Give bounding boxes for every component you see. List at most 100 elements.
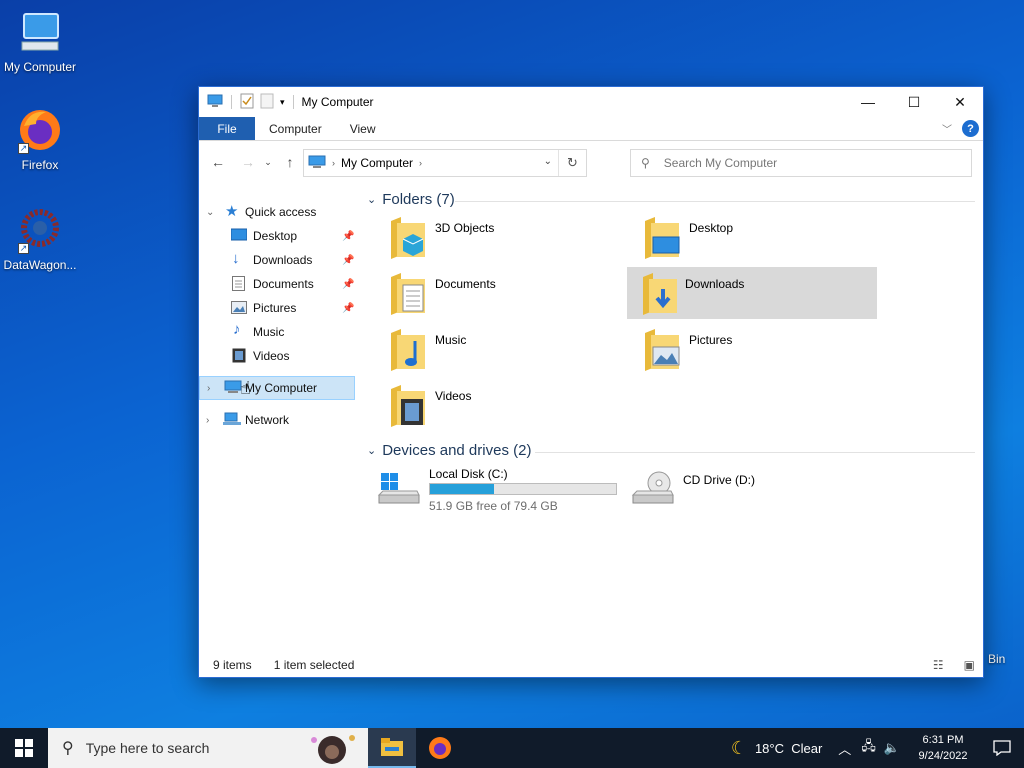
nav-item-my-computer[interactable]: › My Computer	[199, 376, 355, 400]
breadcrumb-chevron-icon[interactable]: ›	[332, 158, 335, 168]
help-icon[interactable]: ?	[962, 120, 979, 137]
address-bar[interactable]: › My Computer › ⌄ ↻	[303, 149, 587, 177]
desktop-icon-my-computer[interactable]: My Computer	[0, 8, 80, 74]
folder-videos[interactable]: Videos	[363, 381, 613, 433]
mouse-cursor-icon: ☝	[240, 378, 251, 398]
desktop-icon-label: My Computer	[3, 60, 77, 74]
tab-computer[interactable]: Computer	[255, 117, 336, 140]
videos-folder-icon	[387, 383, 427, 429]
desktop-icon-firefox[interactable]: ↗ Firefox	[0, 106, 80, 172]
large-icons-view-icon[interactable]: ▣	[964, 658, 975, 672]
nav-item-pictures[interactable]: Pictures 📌	[199, 297, 355, 319]
clock[interactable]: 6:31 PM 9/24/2022	[906, 732, 980, 764]
pictures-folder-icon	[641, 327, 681, 373]
firefox-icon	[429, 737, 451, 759]
folders-group-header[interactable]: ⌄ Folders (7)	[367, 191, 455, 208]
datawagon-icon: ↗	[16, 206, 64, 254]
maximize-button[interactable]: ☐	[891, 87, 937, 117]
computer-icon	[224, 380, 242, 396]
back-button[interactable]: ←	[207, 151, 229, 173]
weather-text[interactable]: 18°C Clear	[755, 741, 822, 756]
chevron-down-icon[interactable]: ⌄	[206, 207, 214, 218]
documents-folder-icon	[387, 271, 427, 317]
notification-center-icon[interactable]	[980, 740, 1024, 756]
moon-weather-icon: ☾	[730, 737, 747, 758]
nav-item-videos[interactable]: Videos	[199, 345, 355, 367]
drive-cd-d[interactable]: CD Drive (D:)	[611, 463, 861, 515]
chevron-down-icon[interactable]: ⌄	[367, 193, 376, 206]
folder-music[interactable]: Music	[363, 325, 613, 377]
drive-name: CD Drive (D:)	[683, 473, 755, 487]
details-view-icon[interactable]: ☷	[933, 658, 944, 672]
nav-quick-access[interactable]: ⌄ ★ Quick access	[199, 201, 355, 223]
drive-free-space: 51.9 GB free of 79.4 GB	[429, 499, 558, 513]
nav-item-network[interactable]: › Network	[199, 409, 355, 431]
chevron-right-icon[interactable]: ›	[206, 415, 209, 426]
window-title: My Computer	[301, 95, 374, 109]
nav-item-music[interactable]: ♪ Music	[199, 321, 355, 343]
nav-item-documents[interactable]: Documents 📌	[199, 273, 355, 295]
folder-name: Videos	[435, 389, 472, 403]
group-divider	[535, 452, 975, 453]
folder-documents[interactable]: Documents	[363, 269, 613, 321]
volume-icon[interactable]: 🔈	[884, 740, 900, 756]
expand-ribbon-icon[interactable]: ﹀	[942, 121, 952, 136]
drives-group-header[interactable]: ⌄ Devices and drives (2)	[367, 442, 531, 459]
tab-file[interactable]: File	[199, 117, 255, 140]
desktop-icon-label: DataWagon...	[3, 258, 77, 272]
nav-item-desktop[interactable]: Desktop 📌	[199, 225, 355, 247]
chevron-down-icon[interactable]: ⌄	[367, 444, 376, 457]
tray-overflow-chevron-icon[interactable]: ︿	[838, 739, 851, 758]
computer-icon	[16, 8, 64, 56]
nav-item-label: My Computer	[245, 381, 318, 395]
quick-access-toolbar: ▾	[207, 93, 296, 112]
nav-item-label: Pictures	[253, 301, 297, 315]
search-placeholder: Search My Computer	[663, 156, 778, 170]
shortcut-arrow-icon: ↗	[18, 143, 29, 154]
taskbar: ⚲ Type here to search ☾ 18°C Clear ︿ 🖧 🔈…	[0, 728, 1024, 768]
breadcrumb-my-computer[interactable]: My Computer	[341, 156, 413, 170]
up-button[interactable]: ↑	[279, 151, 301, 173]
chevron-right-icon[interactable]: ›	[207, 383, 210, 394]
folder-downloads[interactable]: Downloads	[627, 267, 877, 319]
nav-item-downloads[interactable]: ↓ Downloads 📌	[199, 249, 355, 271]
network-icon[interactable]: 🖧	[861, 737, 876, 759]
ribbon-tabs: File Computer View ﹀ ?	[199, 117, 983, 141]
pin-icon[interactable]: 📌	[342, 303, 354, 314]
folder-3d-objects[interactable]: 3D Objects	[363, 213, 613, 265]
new-folder-icon[interactable]	[260, 93, 274, 112]
start-button[interactable]	[0, 728, 48, 768]
close-button[interactable]: ✕	[937, 87, 983, 117]
search-highlight-gorilla-icon	[302, 730, 360, 768]
recent-locations-button[interactable]: ⌄	[257, 151, 279, 173]
folder-name: Music	[435, 333, 467, 347]
address-dropdown-icon[interactable]: ⌄	[544, 156, 552, 167]
computer-icon	[207, 94, 223, 111]
download-arrow-icon: ↓	[232, 250, 240, 267]
customize-dropdown-icon[interactable]: ▾	[280, 97, 285, 108]
pin-icon[interactable]: 📌	[342, 255, 354, 266]
refresh-button[interactable]: ↻	[558, 150, 586, 176]
search-box[interactable]: ⚲ Search My Computer	[630, 149, 972, 177]
3d-objects-folder-icon	[387, 215, 427, 261]
group-header-label: Folders (7)	[382, 191, 455, 208]
tab-view[interactable]: View	[336, 117, 390, 140]
desktop-folder-icon	[641, 215, 681, 261]
drive-local-disk-c[interactable]: Local Disk (C:) 51.9 GB free of 79.4 GB	[357, 463, 627, 515]
folder-pictures[interactable]: Pictures	[617, 325, 867, 377]
drive-name: Local Disk (C:)	[429, 467, 508, 481]
search-icon: ⚲	[641, 156, 650, 170]
taskbar-file-explorer[interactable]	[368, 728, 416, 768]
pin-icon[interactable]: 📌	[342, 279, 354, 290]
forward-button[interactable]: →	[237, 151, 259, 173]
nav-item-label: Videos	[253, 349, 290, 363]
desktop-icon-datawagon[interactable]: ↗ DataWagon...	[0, 206, 80, 272]
taskbar-firefox[interactable]	[416, 728, 464, 768]
document-icon	[232, 276, 248, 292]
pin-icon[interactable]: 📌	[342, 231, 354, 242]
folder-desktop[interactable]: Desktop	[617, 213, 867, 265]
properties-icon[interactable]	[240, 93, 254, 112]
breadcrumb-chevron-icon[interactable]: ›	[419, 158, 422, 168]
minimize-button[interactable]: —	[845, 87, 891, 117]
taskbar-search-box[interactable]: ⚲ Type here to search	[48, 728, 368, 768]
